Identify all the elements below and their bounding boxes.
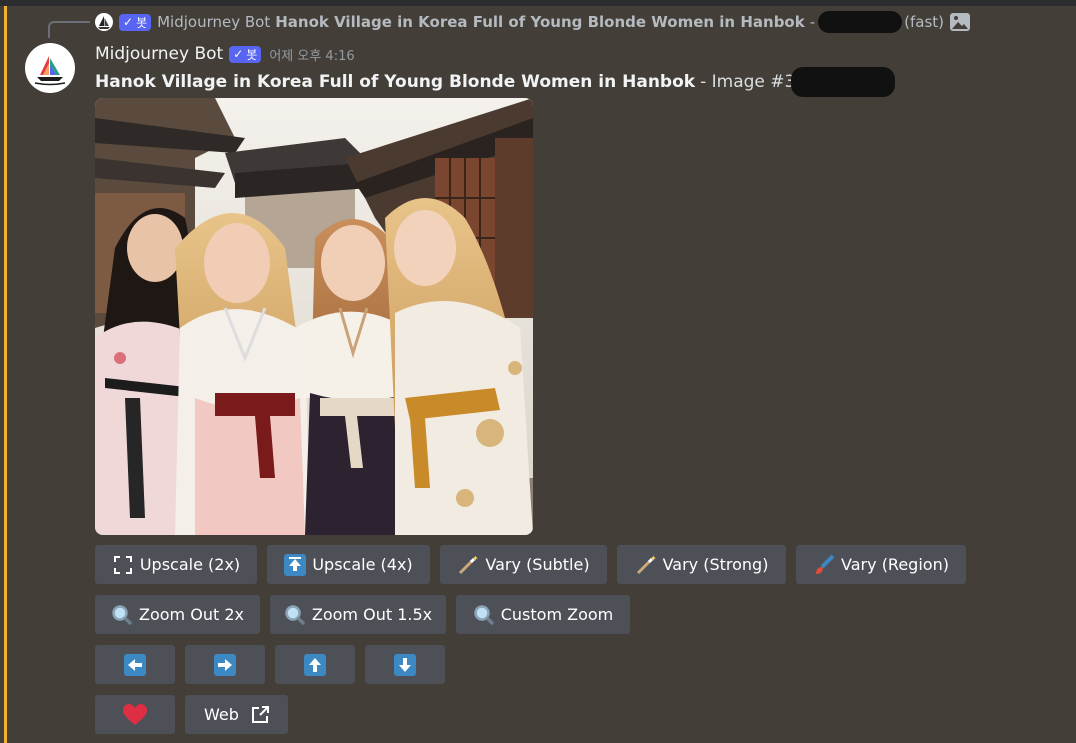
magic-wand-icon: ✦ [635,554,657,576]
verified-check-icon: ✓ [123,15,134,29]
message-timestamp[interactable]: 어제 오후 4:16 [269,45,354,64]
image-number: - Image #3 [700,72,796,92]
midjourney-avatar[interactable] [25,43,75,93]
pan-right-button[interactable] [185,645,265,684]
arrow-right-icon [214,653,236,676]
prompt-text: Hanok Village in Korea Full of Young Blo… [95,72,696,92]
reply-username[interactable]: Midjourney Bot [157,13,270,31]
redacted-block [791,67,896,97]
reply-avatar[interactable] [95,13,113,31]
custom-zoom-label: Custom Zoom [500,605,614,624]
mention-accent-bar [4,6,7,743]
external-link-icon [251,705,269,724]
vary-subtle-label: Vary (Subtle) [485,555,590,574]
zoom-out-2x-label: Zoom Out 2x [139,605,244,624]
paintbrush-icon [813,554,835,576]
reply-speed: (fast) [904,13,945,31]
upscale-4x-label: Upscale (4x) [312,555,413,574]
upscale-2x-button[interactable]: Upscale (2x) [95,545,257,584]
message-content: Hanok Village in Korea Full of Young Blo… [95,67,896,97]
generated-image[interactable] [95,98,533,535]
bot-badge: ✓ 봇 [119,13,152,31]
expand-corners-icon [112,554,134,576]
custom-zoom-button[interactable]: Custom Zoom [456,595,630,634]
arrow-left-icon [124,653,146,676]
magnifier-icon [284,604,306,626]
zoom-out-2x-button[interactable]: Zoom Out 2x [95,595,260,634]
svg-text:✦: ✦ [650,554,657,563]
reply-dash: - [809,13,816,31]
reply-prompt[interactable]: Hanok Village in Korea Full of Young Blo… [275,13,804,31]
pan-up-button[interactable] [275,645,355,684]
vary-strong-button[interactable]: ✦ Vary (Strong) [617,545,786,584]
message-username[interactable]: Midjourney Bot [95,44,223,64]
verified-check-icon: ✓ [233,47,244,61]
magnifier-icon [111,604,133,626]
web-label: Web [204,705,239,724]
arrow-up-icon [304,653,326,676]
arrow-down-icon [394,653,416,676]
vary-strong-label: Vary (Strong) [662,555,769,574]
reply-reference[interactable]: ✓ 봇 Midjourney Bot Hanok Village in Kore… [95,11,971,33]
upscale-2x-label: Upscale (2x) [139,555,241,574]
magnifier-icon [473,604,495,626]
svg-text:✦: ✦ [472,554,479,563]
heart-icon [122,703,148,727]
favorite-button[interactable] [95,695,175,734]
image-icon [950,13,971,31]
vary-region-button[interactable]: Vary (Region) [796,545,966,584]
web-link-button[interactable]: Web [185,695,288,734]
vary-region-label: Vary (Region) [841,555,949,574]
pan-left-button[interactable] [95,645,175,684]
magic-wand-icon: ✦ [457,554,479,576]
top-strip [0,0,1076,6]
bot-badge: ✓ 봇 [229,45,262,63]
vary-subtle-button[interactable]: ✦ Vary (Subtle) [440,545,607,584]
upscale-4x-button[interactable]: Upscale (4x) [267,545,430,584]
zoom-out-1-5x-label: Zoom Out 1.5x [311,605,433,624]
zoom-out-1-5x-button[interactable]: Zoom Out 1.5x [270,595,446,634]
pan-down-button[interactable] [365,645,445,684]
message-header: Midjourney Bot ✓ 봇 어제 오후 4:16 [95,42,355,66]
reply-connector [48,21,90,38]
up-arrow-box-icon [284,553,307,576]
redacted-block [818,11,903,33]
